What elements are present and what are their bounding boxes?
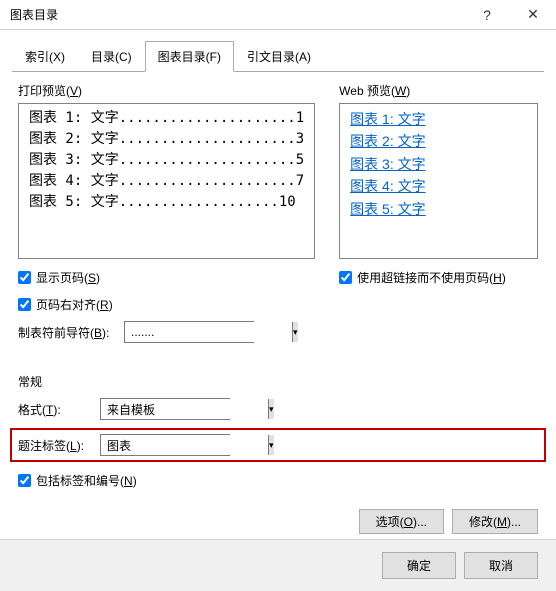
print-line: 图表 1: 文字.....................1 bbox=[29, 108, 304, 129]
help-button[interactable]: ? bbox=[464, 0, 510, 30]
use-hyperlinks-checkbox[interactable] bbox=[339, 271, 352, 284]
web-preview-box[interactable]: 图表 1: 文字 图表 2: 文字 图表 3: 文字 图表 4: 文字 图表 5… bbox=[339, 103, 538, 259]
caption-label-combo[interactable]: ▾ bbox=[100, 434, 230, 456]
print-line: 图表 2: 文字.....................3 bbox=[29, 129, 304, 150]
tab-leader-combo[interactable]: ▾ bbox=[124, 321, 254, 343]
caption-label-highlight: 题注标签(L): ▾ bbox=[10, 428, 546, 462]
print-preview-box[interactable]: 图表 1: 文字.....................1 图表 2: 文字.… bbox=[18, 103, 315, 259]
chevron-down-icon[interactable]: ▾ bbox=[268, 399, 274, 419]
print-preview-label: 打印预览(V) bbox=[18, 82, 315, 99]
general-section-header: 常规 bbox=[18, 373, 538, 390]
show-page-numbers-label: 显示页码(S) bbox=[36, 269, 100, 286]
dialog-title: 图表目录 bbox=[10, 6, 464, 23]
chevron-down-icon[interactable]: ▾ bbox=[292, 322, 298, 342]
web-link[interactable]: 图表 1: 文字 bbox=[350, 108, 527, 130]
cancel-button[interactable]: 取消 bbox=[464, 552, 538, 579]
tab-figures[interactable]: 图表目录(F) bbox=[145, 41, 234, 72]
web-link[interactable]: 图表 2: 文字 bbox=[350, 130, 527, 152]
modify-button[interactable]: 修改(M)... bbox=[452, 509, 538, 534]
tab-citations[interactable]: 引文目录(A) bbox=[234, 41, 324, 72]
format-label: 格式(T): bbox=[18, 401, 100, 418]
tab-index[interactable]: 索引(X) bbox=[12, 41, 78, 72]
tab-leader-label: 制表符前导符(B): bbox=[18, 324, 118, 341]
tab-leader-input[interactable] bbox=[125, 322, 292, 342]
ok-button[interactable]: 确定 bbox=[382, 552, 456, 579]
include-label-label: 包括标签和编号(N) bbox=[36, 472, 137, 489]
web-link[interactable]: 图表 3: 文字 bbox=[350, 153, 527, 175]
print-line: 图表 3: 文字.....................5 bbox=[29, 150, 304, 171]
print-line: 图表 5: 文字...................10 bbox=[29, 192, 304, 213]
titlebar: 图表目录 ? ✕ bbox=[0, 0, 556, 30]
web-link[interactable]: 图表 5: 文字 bbox=[350, 198, 527, 220]
use-hyperlinks-label: 使用超链接而不使用页码(H) bbox=[357, 269, 506, 286]
tab-toc[interactable]: 目录(C) bbox=[78, 41, 145, 72]
caption-label-input[interactable] bbox=[101, 435, 268, 455]
print-line: 图表 4: 文字.....................7 bbox=[29, 171, 304, 192]
format-combo[interactable]: ▾ bbox=[100, 398, 230, 420]
right-align-label: 页码右对齐(R) bbox=[36, 296, 113, 313]
web-link[interactable]: 图表 4: 文字 bbox=[350, 175, 527, 197]
format-input[interactable] bbox=[101, 399, 268, 419]
caption-label-label: 题注标签(L): bbox=[18, 437, 100, 454]
close-button[interactable]: ✕ bbox=[510, 0, 556, 30]
web-preview-label: Web 预览(W) bbox=[339, 82, 538, 99]
tab-bar: 索引(X) 目录(C) 图表目录(F) 引文目录(A) bbox=[12, 40, 544, 72]
show-page-numbers-checkbox[interactable] bbox=[18, 271, 31, 284]
right-align-checkbox[interactable] bbox=[18, 298, 31, 311]
dialog-footer: 确定 取消 bbox=[0, 539, 556, 591]
include-label-checkbox[interactable] bbox=[18, 474, 31, 487]
chevron-down-icon[interactable]: ▾ bbox=[268, 435, 274, 455]
options-button[interactable]: 选项(O)... bbox=[359, 509, 444, 534]
